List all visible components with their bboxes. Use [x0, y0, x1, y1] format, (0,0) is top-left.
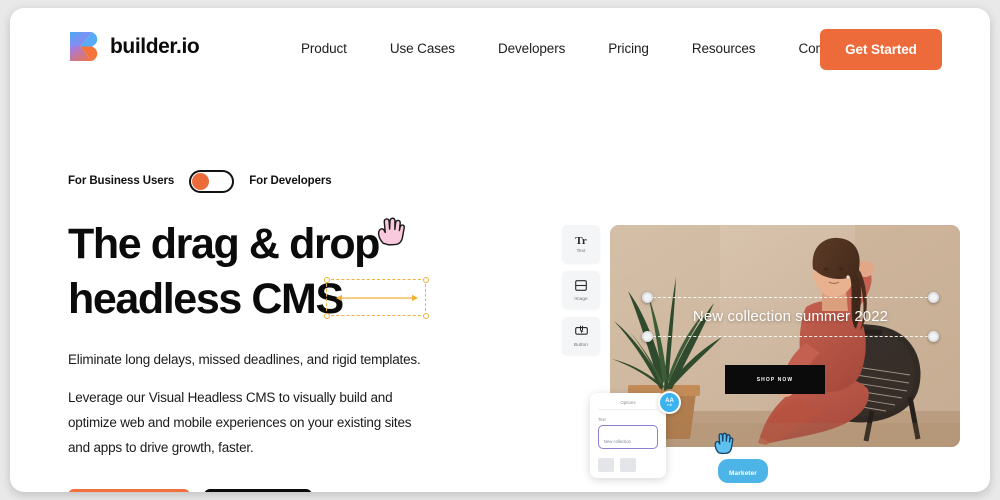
headline-text-2: headless CMS [68, 275, 344, 324]
audience-toggle-row: For Business Users For Developers [68, 168, 508, 194]
hero-tagline: Eliminate long delays, missed deadlines,… [68, 352, 421, 368]
editor-swatch-1[interactable] [598, 458, 614, 472]
avatar-subtext: edit [666, 402, 673, 407]
brand-logo[interactable]: builder.io [68, 30, 200, 63]
editor-swatch-row [598, 458, 658, 472]
status-badge: Marketer [718, 459, 768, 483]
audience-toggle-switch[interactable] [189, 169, 235, 193]
shop-now-label: SHOP NOW [756, 376, 794, 383]
toggle-label-business: For Business Users [68, 175, 175, 187]
resize-arrow-icon [336, 294, 418, 301]
talk-to-us-button[interactable]: Talk to us [204, 488, 312, 492]
editor-field-label: Text [598, 417, 606, 422]
try-for-free-button[interactable]: Try for free [68, 488, 190, 492]
page-container: builder.io Product Use Cases Developers … [10, 8, 990, 492]
page-title: The drag & drop headless CMS [68, 217, 508, 327]
button-icon [574, 325, 588, 341]
toggle-knob [192, 172, 210, 190]
nav-item-developers[interactable]: Developers [498, 41, 565, 56]
editor-input-value: New collection [604, 439, 631, 444]
avatar[interactable]: AA edit [658, 391, 681, 414]
main-navigation: Product Use Cases Developers Pricing Res… [301, 41, 856, 56]
widget-card-button[interactable]: Button [562, 317, 600, 355]
editor-card-title: Options [598, 400, 658, 410]
headline-text-1: The drag & drop [68, 220, 380, 268]
widget-palette: Tr Text Image Button [562, 225, 600, 355]
widget-card-text[interactable]: Tr Text [562, 225, 600, 263]
selection-handle-top-left[interactable] [323, 276, 330, 283]
widget-card-image[interactable]: Image [562, 271, 600, 309]
hero-description: Leverage our Visual Headless CMS to visu… [68, 390, 412, 455]
widget-label-button: Button [574, 342, 588, 347]
marketer-badge-label: Marketer [729, 470, 757, 477]
hero-left-column: For Business Users For Developers The dr… [68, 168, 508, 492]
editor-options-card[interactable]: Options Text New collection [590, 393, 666, 478]
builder-preview: Tr Text Image Button New collection summ… [550, 213, 970, 492]
selection-handle-top-right[interactable] [422, 276, 429, 283]
shop-now-button[interactable]: SHOP NOW [725, 365, 825, 394]
headline-line-2: headless CMS [68, 272, 508, 327]
nav-item-use-cases[interactable]: Use Cases [390, 41, 455, 56]
get-started-button[interactable]: Get Started [820, 29, 942, 70]
selection-handle-bottom-right[interactable] [422, 312, 429, 319]
hero-cta-row: Try for free Talk to us [68, 488, 508, 492]
selection-handle-bottom-left[interactable] [323, 312, 330, 319]
widget-label-text: Text [576, 247, 586, 253]
nav-item-pricing[interactable]: Pricing [608, 41, 649, 56]
headline-line-1: The drag & drop [68, 217, 508, 272]
editor-text-input[interactable]: New collection [598, 425, 658, 449]
builder-logo-icon [68, 30, 99, 63]
widget-label-image: Image [574, 296, 588, 301]
site-header: builder.io Product Use Cases Developers … [10, 8, 990, 80]
toggle-label-developers: For Developers [249, 175, 332, 187]
editor-swatch-2[interactable] [620, 458, 636, 472]
resize-selection-box[interactable] [323, 276, 429, 319]
image-icon [575, 279, 587, 295]
text-tr-icon: Tr [575, 234, 587, 247]
blue-pointing-hand-icon [710, 428, 736, 463]
brand-name: builder.io [110, 34, 200, 58]
nav-item-resources[interactable]: Resources [692, 41, 756, 56]
nav-item-product[interactable]: Product [301, 41, 347, 56]
pink-pointing-hand-icon [371, 209, 409, 247]
